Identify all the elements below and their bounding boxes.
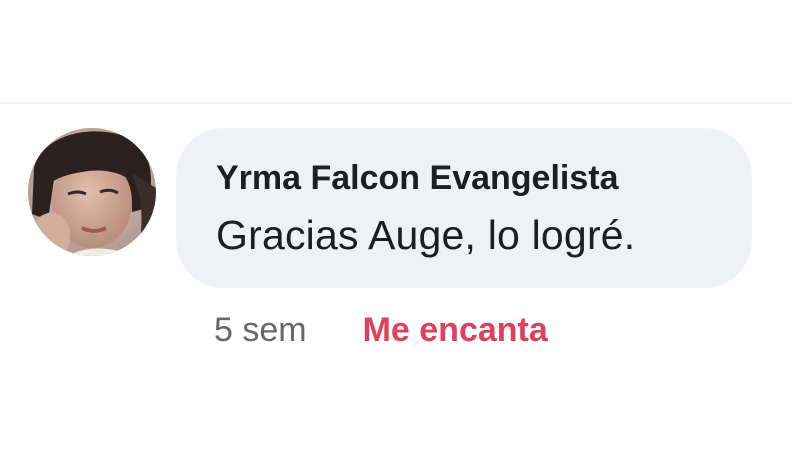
comment-text: Gracias Auge, lo logré. [216, 212, 636, 258]
comment-timestamp[interactable]: 5 sem [214, 311, 307, 350]
comment-author[interactable]: Yrma Falcon Evangelista [216, 158, 752, 198]
comment-bubble: Yrma Falcon Evangelista Gracias Auge, lo… [176, 128, 752, 288]
comment-meta: 5 sem Me encanta [214, 308, 548, 352]
comment: Yrma Falcon Evangelista Gracias Auge, lo… [0, 0, 792, 458]
avatar[interactable] [28, 128, 156, 256]
reaction-button[interactable]: Me encanta [363, 311, 548, 350]
avatar-photo-icon [28, 128, 156, 256]
